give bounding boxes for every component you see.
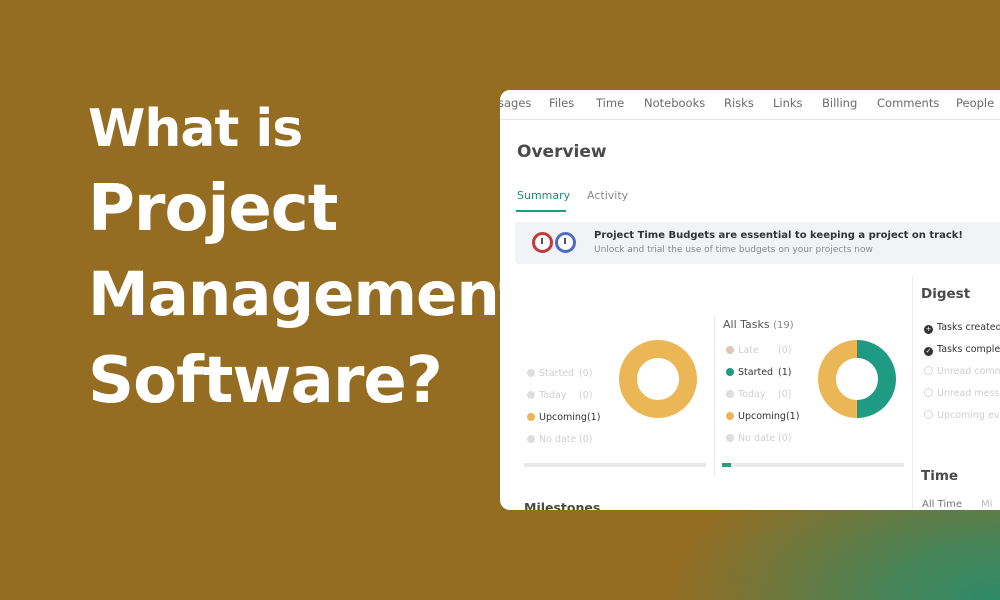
all-tasks-donut bbox=[818, 340, 896, 418]
tab-people[interactable]: People bbox=[956, 96, 994, 110]
time-budget-banner[interactable]: Project Time Budgets are essential to ke… bbox=[515, 222, 1000, 264]
card-divider bbox=[714, 316, 715, 476]
digest-tasks-created[interactable]: + Tasks created bbox=[924, 322, 1000, 334]
subtab-activity[interactable]: Activity bbox=[587, 189, 628, 202]
status-dot bbox=[527, 369, 535, 377]
headline-line-4: Software? bbox=[88, 344, 443, 418]
tab-comments[interactable]: Comments bbox=[877, 96, 939, 110]
check-circle-icon: ✓ bbox=[924, 347, 933, 356]
overview-title: Overview bbox=[517, 142, 607, 162]
time-filter-next[interactable]: Mi bbox=[981, 499, 992, 510]
my-tasks-row-upcoming[interactable]: Upcoming(1) bbox=[527, 412, 600, 423]
digest-title: Digest bbox=[921, 286, 971, 302]
digest-divider bbox=[912, 276, 913, 510]
tab-risks[interactable]: Risks bbox=[724, 96, 754, 110]
status-dot bbox=[726, 390, 734, 398]
mail-icon bbox=[924, 388, 933, 397]
tab-files[interactable]: Files bbox=[549, 96, 574, 110]
status-dot bbox=[527, 413, 535, 421]
project-overview-panel: sages Files Time Notebooks Risks Links B… bbox=[500, 90, 1000, 510]
headline-line-2: Project bbox=[88, 172, 338, 246]
status-dot bbox=[726, 434, 734, 442]
tab-links[interactable]: Links bbox=[773, 96, 803, 110]
gauge-icon bbox=[555, 232, 576, 253]
donut-segment-upcoming bbox=[619, 340, 697, 418]
digest-unread-comments[interactable]: Unread comm bbox=[924, 366, 1000, 377]
my-tasks-row-today[interactable]: Today (0) bbox=[527, 390, 592, 401]
digest-unread-messages[interactable]: Unread messa bbox=[924, 388, 1000, 399]
headline: What is Project Management Software? bbox=[88, 92, 528, 424]
all-tasks-progress bbox=[722, 463, 904, 467]
digest-tasks-completed[interactable]: ✓ Tasks complet bbox=[924, 344, 1000, 356]
project-nav-tabs: sages Files Time Notebooks Risks Links B… bbox=[500, 90, 1000, 120]
tab-notebooks[interactable]: Notebooks bbox=[644, 96, 705, 110]
status-dot bbox=[527, 435, 535, 443]
timer-icon bbox=[532, 232, 553, 253]
headline-line-3: Management bbox=[88, 259, 528, 330]
all-tasks-title: All Tasks (19) bbox=[723, 318, 794, 331]
tab-time[interactable]: Time bbox=[596, 96, 624, 110]
my-tasks-donut bbox=[619, 340, 697, 418]
status-dot bbox=[527, 391, 535, 399]
my-tasks-progress bbox=[524, 463, 706, 467]
status-dot bbox=[726, 368, 734, 376]
tab-billing[interactable]: Billing bbox=[822, 96, 857, 110]
all-tasks-row-upcoming[interactable]: Upcoming(1) bbox=[726, 411, 799, 422]
all-tasks-row-started[interactable]: Started (1) bbox=[726, 367, 791, 378]
plus-circle-icon: + bbox=[924, 325, 933, 334]
my-tasks-row-no-date[interactable]: No date (0) bbox=[527, 434, 592, 445]
all-tasks-row-no-date[interactable]: No date (0) bbox=[726, 433, 791, 444]
status-dot bbox=[726, 412, 734, 420]
status-dot bbox=[726, 346, 734, 354]
time-title: Time bbox=[921, 468, 959, 484]
comment-icon bbox=[924, 366, 933, 375]
digest-upcoming-events[interactable]: Upcoming eve bbox=[924, 410, 1000, 421]
banner-title: Project Time Budgets are essential to ke… bbox=[594, 230, 963, 241]
banner-subtitle: Unlock and trial the use of time budgets… bbox=[594, 245, 873, 255]
all-tasks-progress-fill bbox=[722, 463, 732, 467]
my-tasks-row-started[interactable]: Started (0) bbox=[527, 368, 592, 379]
calendar-icon bbox=[924, 410, 933, 419]
milestones-title: Milestones bbox=[524, 500, 601, 510]
headline-line-1: What is bbox=[88, 99, 303, 159]
all-tasks-row-late[interactable]: Late (0) bbox=[726, 345, 791, 356]
all-tasks-row-today[interactable]: Today (0) bbox=[726, 389, 791, 400]
time-filter-all-time[interactable]: All Time bbox=[922, 499, 962, 510]
